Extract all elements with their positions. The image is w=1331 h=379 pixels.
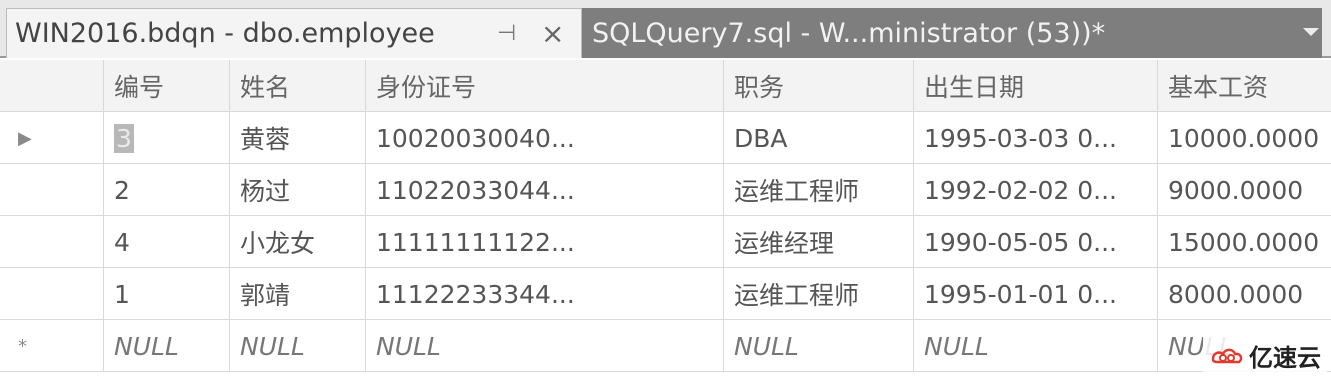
table-cell[interactable]: 11122233344... xyxy=(366,268,724,320)
table-cell[interactable]: 2 xyxy=(104,164,230,216)
tab-label: WIN2016.bdqn - dbo.employee xyxy=(15,18,435,49)
row-selector[interactable] xyxy=(0,268,104,320)
table-cell[interactable]: 杨过 xyxy=(230,164,366,216)
new-row[interactable]: * NULL NULL NULL NULL NULL NULL xyxy=(0,320,1331,372)
table-cell[interactable]: 11111111122... xyxy=(366,216,724,268)
table-cell[interactable]: 1995-01-01 0... xyxy=(914,268,1158,320)
table-cell[interactable]: 运维工程师 xyxy=(724,164,914,216)
table-cell[interactable]: 1992-02-02 0... xyxy=(914,164,1158,216)
column-header[interactable]: 出生日期 xyxy=(914,60,1158,112)
table-cell[interactable]: 11022033044... xyxy=(366,164,724,216)
table-cell[interactable]: 郭靖 xyxy=(230,268,366,320)
table-cell[interactable]: 1 xyxy=(104,268,230,320)
table-cell[interactable]: 8000.0000 xyxy=(1158,268,1331,320)
tab-sql-query[interactable]: SQLQuery7.sql - W...ministrator (53))* xyxy=(582,8,1322,58)
tab-employee-table[interactable]: WIN2016.bdqn - dbo.employee ⊣ × xyxy=(6,8,582,58)
table-cell[interactable]: 15000.0000 xyxy=(1158,216,1331,268)
results-grid: 编号 姓名 身份证号 职务 出生日期 基本工资 ▶ 3 黄蓉 100200300… xyxy=(0,60,1331,379)
row-selector[interactable] xyxy=(0,164,104,216)
close-icon[interactable]: × xyxy=(541,17,564,50)
null-cell[interactable]: NULL xyxy=(914,320,1158,372)
document-tab-bar: WIN2016.bdqn - dbo.employee ⊣ × SQLQuery… xyxy=(0,0,1331,58)
table-cell[interactable]: 小龙女 xyxy=(230,216,366,268)
table-cell[interactable]: 黄蓉 xyxy=(230,112,366,164)
column-header[interactable]: 基本工资 xyxy=(1158,60,1331,112)
table-cell[interactable]: 10000.0000 xyxy=(1158,112,1331,164)
watermark-text: 亿速云 xyxy=(1249,344,1321,372)
table-cell[interactable]: 1995-03-03 0... xyxy=(914,112,1158,164)
table-cell[interactable]: 1990-05-05 0... xyxy=(914,216,1158,268)
chevron-down-icon[interactable] xyxy=(1303,28,1319,36)
null-cell[interactable]: NULL xyxy=(724,320,914,372)
table-cell[interactable]: 运维经理 xyxy=(724,216,914,268)
table-cell[interactable]: 4 xyxy=(104,216,230,268)
table-row[interactable]: 2 杨过 11022033044... 运维工程师 1992-02-02 0..… xyxy=(0,164,1331,216)
table-row[interactable]: ▶ 3 黄蓉 10020030040... DBA 1995-03-03 0..… xyxy=(0,112,1331,164)
current-row-indicator[interactable]: ▶ xyxy=(0,112,104,164)
table-row[interactable]: 4 小龙女 11111111122... 运维经理 1990-05-05 0..… xyxy=(0,216,1331,268)
column-header[interactable]: 身份证号 xyxy=(366,60,724,112)
table-cell[interactable]: 运维工程师 xyxy=(724,268,914,320)
column-header[interactable]: 编号 xyxy=(104,60,230,112)
pin-icon[interactable]: ⊣ xyxy=(497,21,516,46)
column-header[interactable]: 职务 xyxy=(724,60,914,112)
table-cell[interactable]: 10020030040... xyxy=(366,112,724,164)
cloud-logo-icon xyxy=(1211,348,1243,363)
null-cell[interactable]: NULL xyxy=(104,320,230,372)
table-cell[interactable]: 3 xyxy=(104,112,230,164)
column-header[interactable]: 姓名 xyxy=(230,60,366,112)
table-row[interactable]: 1 郭靖 11122233344... 运维工程师 1995-01-01 0..… xyxy=(0,268,1331,320)
watermark: 亿速云 xyxy=(1203,336,1327,375)
null-cell[interactable]: NULL xyxy=(366,320,724,372)
grid-header-row: 编号 姓名 身份证号 职务 出生日期 基本工资 xyxy=(0,60,1331,112)
tab-label: SQLQuery7.sql - W...ministrator (53))* xyxy=(592,17,1106,49)
table-cell[interactable]: 9000.0000 xyxy=(1158,164,1331,216)
null-cell[interactable]: NULL xyxy=(230,320,366,372)
new-row-indicator[interactable]: * xyxy=(0,320,104,372)
table-cell[interactable]: DBA xyxy=(724,112,914,164)
row-header-corner xyxy=(0,60,104,112)
selected-cell-value[interactable]: 3 xyxy=(114,123,134,153)
row-selector[interactable] xyxy=(0,216,104,268)
